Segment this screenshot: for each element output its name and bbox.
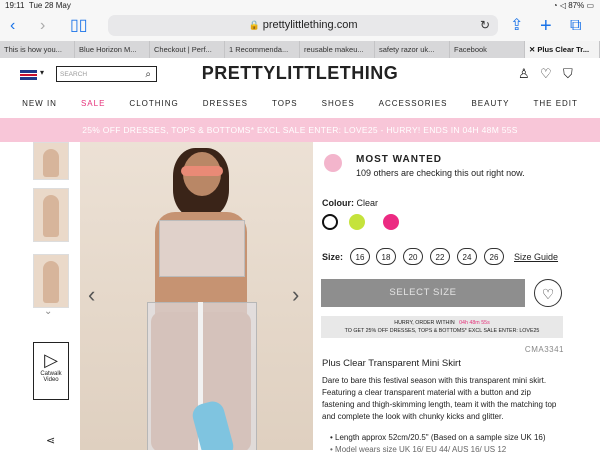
colour-swatch-lime[interactable] bbox=[349, 214, 365, 230]
size-option[interactable]: 22 bbox=[430, 248, 450, 265]
bookmarks-icon[interactable]: ▯▯ bbox=[70, 16, 88, 36]
status-bar: 19:11 Tue 28 May ◔ ◁ 87% ▭ bbox=[0, 0, 600, 11]
most-wanted-subtitle: 109 others are checking this out right n… bbox=[356, 168, 525, 178]
main-nav: NEW IN SALE CLOTHING DRESSES TOPS SHOES … bbox=[0, 95, 600, 113]
unicorn-icon bbox=[324, 154, 342, 172]
site-logo[interactable]: PRETTYLITTLETHING bbox=[0, 63, 600, 84]
reload-icon[interactable]: ↻ bbox=[480, 15, 490, 36]
nav-item-new-in[interactable]: NEW IN bbox=[10, 95, 69, 113]
product-detail-bullet: • Length approx 52cm/20.5" (Based on a s… bbox=[330, 433, 546, 442]
tab[interactable]: Checkout | Perf... bbox=[150, 41, 225, 58]
tab[interactable]: reusable makeu... bbox=[300, 41, 375, 58]
gallery-thumbnail[interactable] bbox=[33, 188, 69, 242]
nav-item-sale[interactable]: SALE bbox=[69, 95, 117, 113]
nav-item-beauty[interactable]: BEAUTY bbox=[459, 95, 521, 113]
browser-toolbar: ‹ › ▯▯ 🔒 prettylittlething.com ↻ ⇪ + ⧉ bbox=[0, 11, 600, 41]
model-figure bbox=[125, 148, 275, 450]
tab-active[interactable]: ✕ Plus Clear Tr... bbox=[525, 41, 600, 58]
new-tab-icon[interactable]: + bbox=[540, 16, 552, 36]
product-details: MOST WANTED 109 others are checking this… bbox=[320, 142, 600, 454]
size-option[interactable]: 18 bbox=[376, 248, 396, 265]
status-time-date: 19:11 Tue 28 May bbox=[5, 1, 71, 10]
select-size-button[interactable]: SELECT SIZE bbox=[321, 279, 525, 307]
promo-banner[interactable]: 25% OFF DRESSES, TOPS & BOTTOMS* EXCL SA… bbox=[0, 118, 600, 142]
hurry-notice: HURRY, ORDER WITHIN 04h 48m 55s TO GET 2… bbox=[321, 316, 563, 338]
size-option[interactable]: 20 bbox=[403, 248, 423, 265]
account-icon[interactable]: ♙ bbox=[518, 66, 530, 82]
product-detail-bullet: • Model wears size UK 16/ EU 44/ AUS 16/… bbox=[330, 445, 507, 454]
wishlist-heart-icon[interactable]: ♡ bbox=[534, 279, 562, 307]
size-option[interactable]: 16 bbox=[350, 248, 370, 265]
nav-item-shoes[interactable]: SHOES bbox=[310, 95, 367, 113]
back-icon[interactable]: ‹ bbox=[10, 16, 15, 36]
size-option[interactable]: 24 bbox=[457, 248, 477, 265]
chevron-right-icon[interactable]: › bbox=[292, 282, 299, 308]
wishlist-icon[interactable]: ♡ bbox=[540, 66, 552, 82]
nav-item-dresses[interactable]: DRESSES bbox=[191, 95, 260, 113]
chevron-down-icon[interactable]: ⌄ bbox=[44, 306, 52, 317]
nav-item-accessories[interactable]: ACCESSORIES bbox=[367, 95, 460, 113]
play-icon: ▷ bbox=[44, 350, 58, 370]
colour-swatch-clear[interactable] bbox=[322, 214, 338, 230]
forward-icon[interactable]: › bbox=[40, 16, 45, 36]
bag-icon[interactable]: ⛉ bbox=[563, 66, 573, 82]
product-name: Plus Clear Transparent Mini Skirt bbox=[322, 358, 461, 369]
gallery-thumbnail[interactable] bbox=[33, 142, 69, 180]
battery-indicator: ◔ ◁ 87% ▭ bbox=[552, 1, 594, 10]
share-icon[interactable]: ⋖ bbox=[46, 434, 55, 447]
nav-item-clothing[interactable]: CLOTHING bbox=[117, 95, 190, 113]
colour-label: Colour: Clear bbox=[322, 198, 379, 208]
product-description: Dare to bare this festival season with t… bbox=[322, 376, 557, 421]
product-image[interactable]: ‹ › bbox=[80, 142, 313, 450]
size-label: Size: bbox=[322, 252, 344, 262]
tabs-icon[interactable]: ⧉ bbox=[570, 16, 581, 36]
nav-item-tops[interactable]: TOPS bbox=[260, 95, 310, 113]
size-guide-link[interactable]: Size Guide bbox=[514, 252, 558, 262]
tab[interactable]: safety razor uk... bbox=[375, 41, 450, 58]
catwalk-video-button[interactable]: ▷ Catwalk Video bbox=[33, 342, 69, 400]
product-code: CMA3341 bbox=[524, 345, 564, 354]
nav-item-the-edit[interactable]: THE EDIT bbox=[521, 95, 589, 113]
lock-icon: 🔒 bbox=[248, 20, 260, 30]
tab[interactable]: Facebook bbox=[450, 41, 525, 58]
most-wanted-title: MOST WANTED bbox=[356, 154, 442, 165]
tab-strip: This is how you... Blue Horizon M... Che… bbox=[0, 41, 600, 59]
chevron-left-icon[interactable]: ‹ bbox=[88, 282, 95, 308]
colour-swatch-pink[interactable] bbox=[383, 214, 399, 230]
tab[interactable]: This is how you... bbox=[0, 41, 75, 58]
size-option[interactable]: 26 bbox=[484, 248, 504, 265]
tab[interactable]: 1 Recommenda... bbox=[225, 41, 300, 58]
tab[interactable]: Blue Horizon M... bbox=[75, 41, 150, 58]
url-bar[interactable]: 🔒 prettylittlething.com ↻ bbox=[108, 15, 498, 36]
gallery-thumbnail[interactable] bbox=[33, 254, 69, 308]
site-header: ▾ SEARCH ⌕ PRETTYLITTLETHING ♙ ♡ ⛉ bbox=[0, 58, 600, 92]
share-icon[interactable]: ⇪ bbox=[510, 16, 523, 36]
